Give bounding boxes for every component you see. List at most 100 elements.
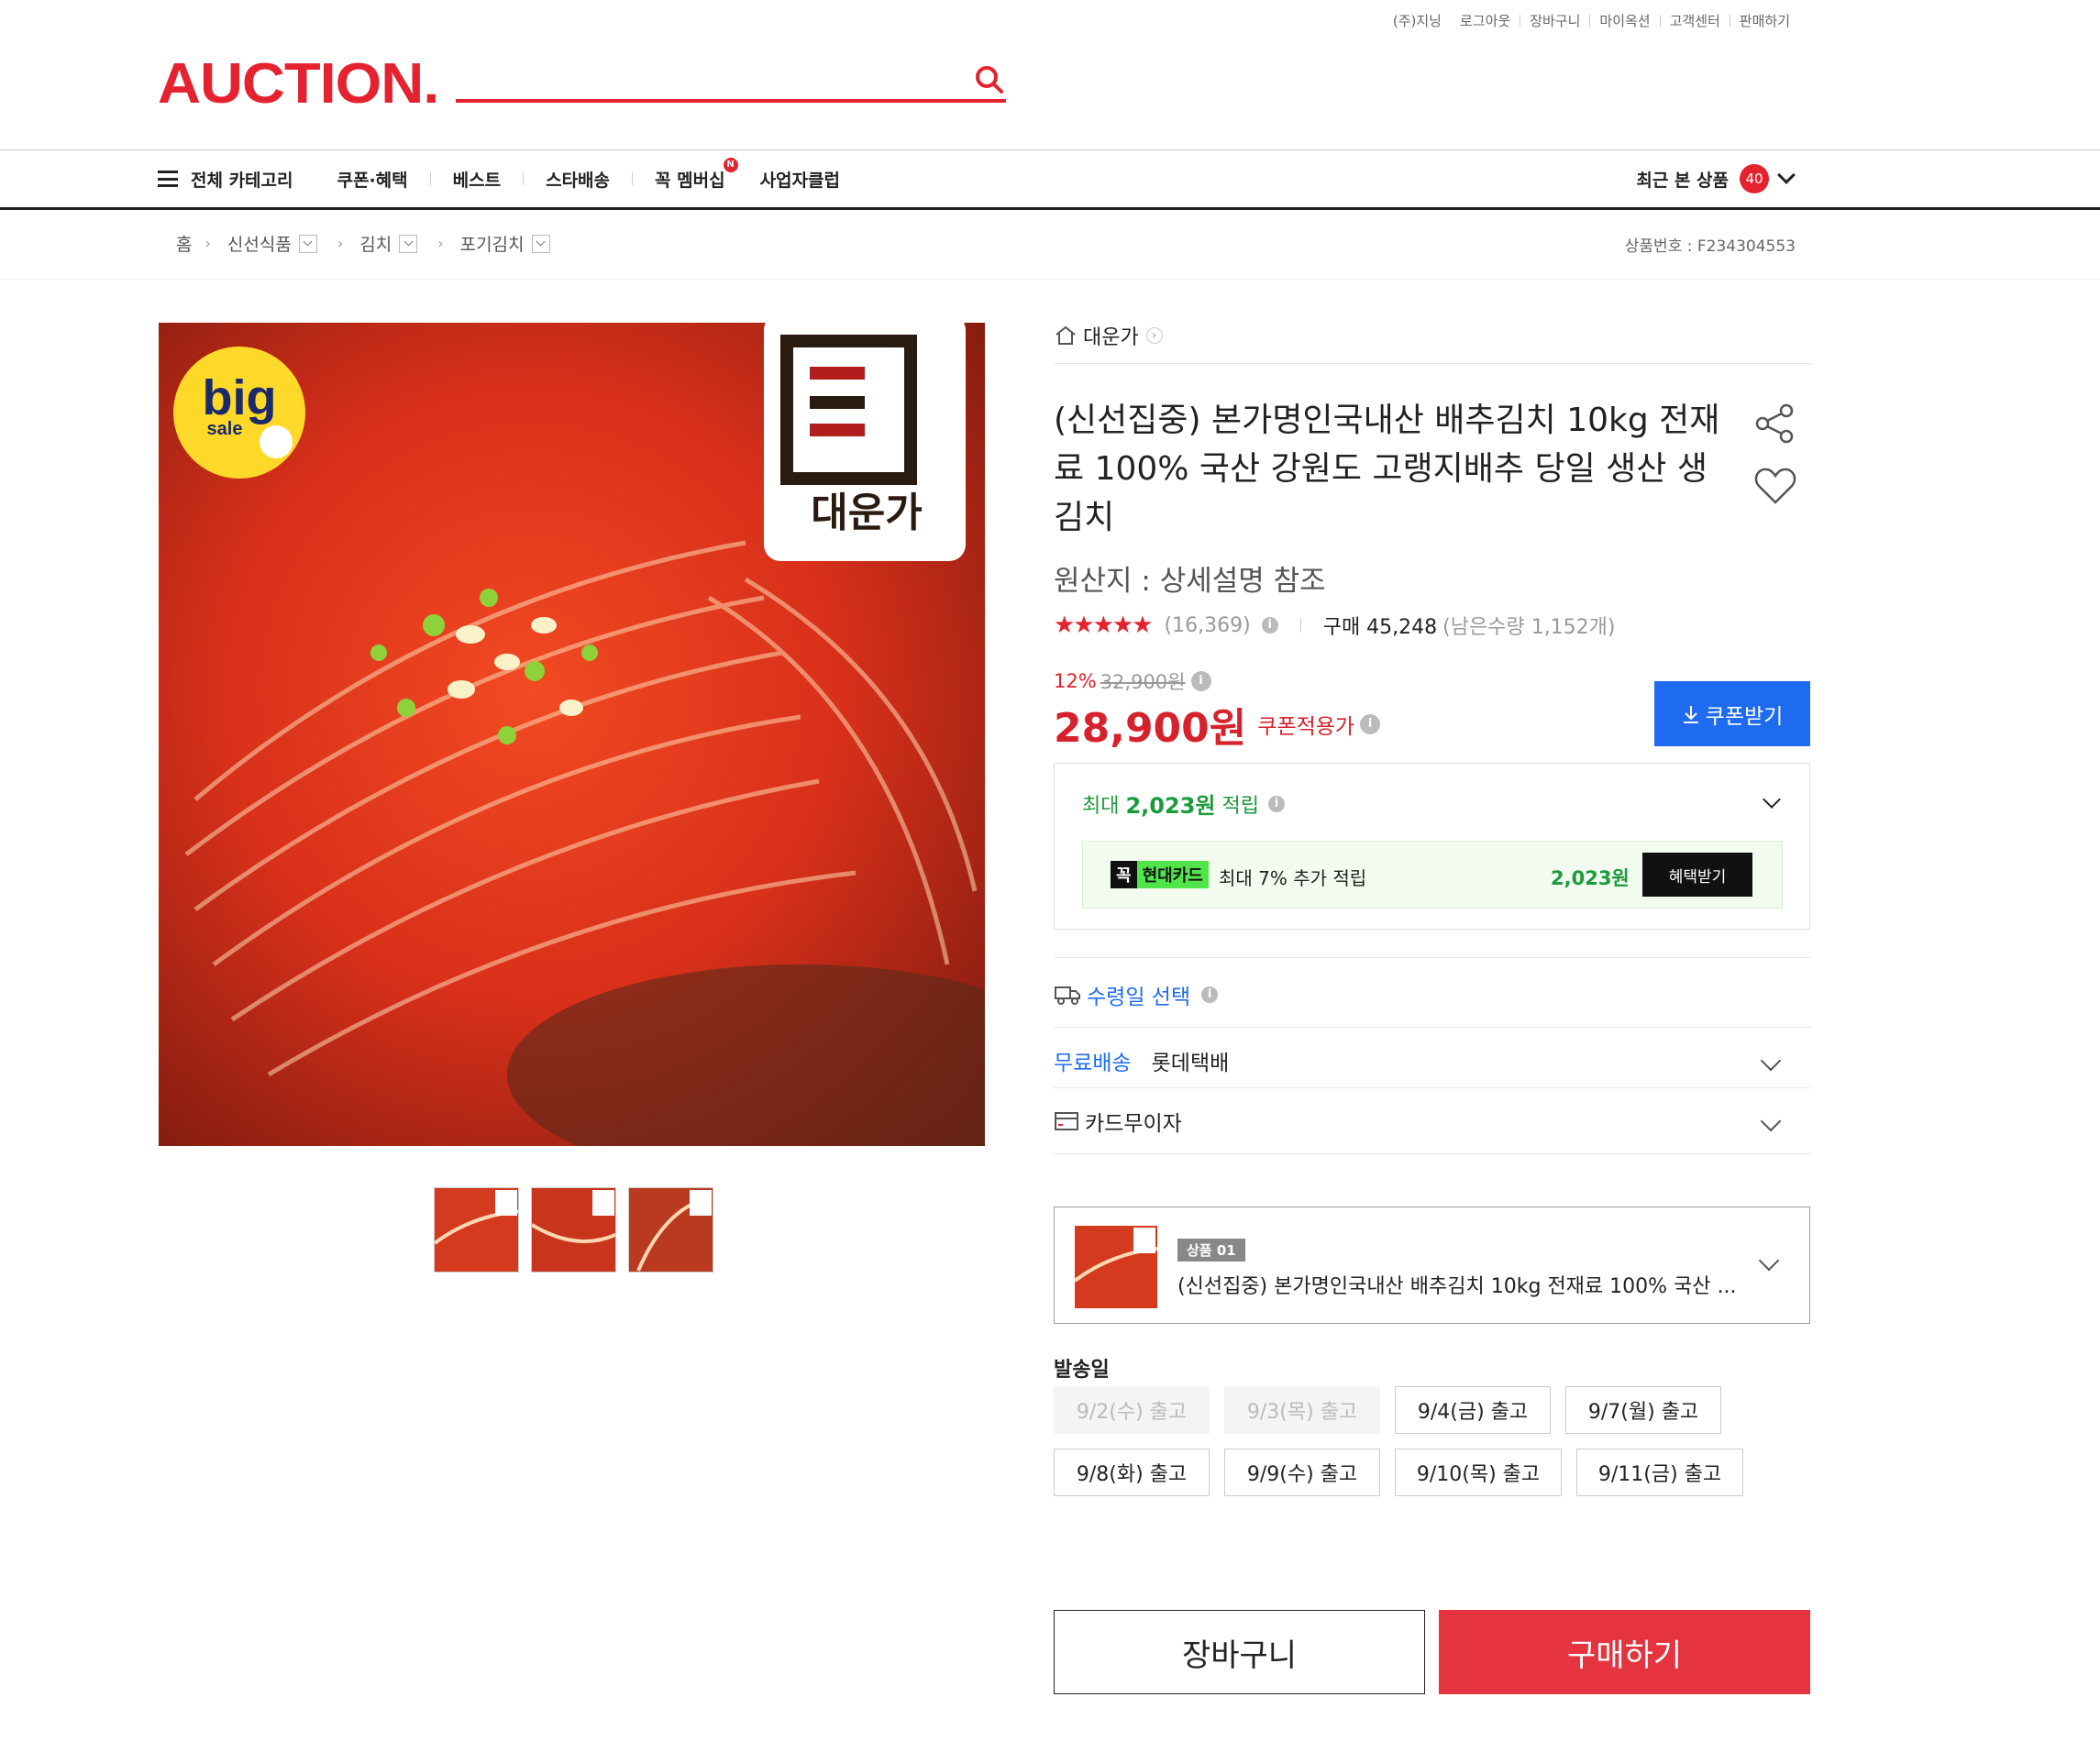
util-logout[interactable]: 로그아웃 xyxy=(1451,11,1520,30)
divider xyxy=(632,172,634,185)
divider xyxy=(0,207,2100,210)
chevron-down-icon[interactable] xyxy=(1758,1250,1780,1272)
divider xyxy=(1054,957,1811,958)
info-icon[interactable]: i xyxy=(1360,714,1381,734)
hyundai-card-logo: 꼭 현대카드 xyxy=(1111,861,1209,888)
card-k-badge: 꼭 xyxy=(1111,861,1137,888)
crumb-home[interactable]: 홈 xyxy=(176,231,192,256)
points-summary[interactable]: 최대 2,023원 적립 i xyxy=(1082,788,1285,820)
util-sell[interactable]: 판매하기 xyxy=(1730,11,1799,30)
main-nav: 전체 카테고리 쿠폰·혜택 베스트 스타배송 꼭 멤버십 N 사업자클럽 xyxy=(158,150,862,207)
crumb-kimchi[interactable]: 김치 xyxy=(359,231,392,256)
nav-best[interactable]: 베스트 xyxy=(453,167,501,192)
utility-links: (주)지닝 로그아웃 장바구니 마이옥션 고객센터 판매하기 xyxy=(1384,11,1799,30)
heart-icon[interactable] xyxy=(1753,466,1797,510)
search-icon[interactable] xyxy=(974,64,1005,95)
product-title: (신선집중) 본가명인국내산 배추김치 10kg 전재료 100% 국산 강원도… xyxy=(1054,402,1720,536)
option-text: (신선집중) 본가명인국내산 배추김치 10kg 전재료 100% 국산 ... xyxy=(1177,1275,1737,1298)
points-prefix: 최대 xyxy=(1082,794,1126,818)
card-installment-label: 카드무이자 xyxy=(1085,1112,1182,1136)
points-amount: 2,023원 xyxy=(1125,793,1216,819)
date-option[interactable]: 9/7(월) 출고 xyxy=(1565,1386,1721,1434)
get-benefit-button[interactable]: 혜택받기 xyxy=(1642,853,1752,897)
chevron-right-icon: › xyxy=(204,235,211,252)
review-count[interactable]: (16,369) xyxy=(1165,614,1251,637)
info-icon[interactable]: i xyxy=(1267,795,1285,812)
date-option[interactable]: 9/9(수) 출고 xyxy=(1224,1449,1380,1496)
card-benefit-text: 최대 7% 추가 적립 xyxy=(1219,867,1367,889)
nav-coupon[interactable]: 쿠폰·혜택 xyxy=(337,167,408,192)
util-cart[interactable]: 장바구니 xyxy=(1520,11,1589,30)
util-user[interactable]: (주)지닝 xyxy=(1384,11,1451,30)
truck-icon xyxy=(1055,986,1080,1005)
sale-price: 28,900원 xyxy=(1054,705,1247,752)
crumb-pogi-kimchi[interactable]: 포기김치 xyxy=(460,231,525,256)
nav-all-category[interactable]: 전체 카테고리 xyxy=(191,167,293,192)
credit-card-icon xyxy=(1055,1112,1078,1130)
download-icon xyxy=(1683,705,1698,723)
delivery-date-label: 수령일 선택 xyxy=(1087,986,1191,1009)
send-date-label: 발송일 xyxy=(1054,1359,1110,1382)
divider xyxy=(1054,1087,1811,1088)
recent-count-badge: 40 xyxy=(1740,164,1769,193)
date-option: 9/3(목) 출고 xyxy=(1224,1386,1380,1434)
info-icon[interactable]: i xyxy=(1201,986,1219,1003)
selected-option-box[interactable]: 상품 01 (신선집중) 본가명인국내산 배추김치 10kg 전재료 100% … xyxy=(1054,1207,1810,1324)
divider xyxy=(1299,618,1301,633)
carrier-name: 롯데택배 xyxy=(1151,1052,1230,1075)
chevron-down-icon xyxy=(1760,1050,1782,1072)
chevron-down-icon xyxy=(1777,166,1796,184)
store-link[interactable]: 대운가 › xyxy=(1054,321,1811,350)
purchase-count: 구매 45,248 xyxy=(1322,616,1438,639)
nav-business-club[interactable]: 사업자클럽 xyxy=(760,167,840,192)
dropdown-toggle[interactable] xyxy=(531,234,550,253)
coupon-download-button[interactable]: 쿠폰받기 xyxy=(1654,681,1810,746)
shipping-row[interactable]: 무료배송 롯데택배 xyxy=(1054,1045,1811,1076)
rating-stars: ★★★★★ xyxy=(1054,612,1154,639)
chevron-down-icon[interactable] xyxy=(1763,790,1781,809)
info-icon[interactable]: i xyxy=(1261,617,1278,634)
recent-products[interactable]: 최근 본 상품 40 xyxy=(1636,150,1796,207)
product-main-image[interactable]: big sale 대운가 xyxy=(159,323,985,1146)
card-installment-row[interactable]: 카드무이자 xyxy=(1054,1106,1811,1137)
card-benefit-row: 꼭 현대카드 최대 7% 추가 적립 2,023원 혜택받기 xyxy=(1082,841,1783,909)
dropdown-toggle[interactable] xyxy=(399,234,418,253)
share-icon[interactable] xyxy=(1753,402,1797,449)
thumbnail[interactable] xyxy=(531,1187,616,1273)
date-option[interactable]: 9/8(화) 출고 xyxy=(1054,1449,1210,1496)
thumbnail[interactable] xyxy=(628,1187,713,1273)
nav-membership[interactable]: 꼭 멤버십 N xyxy=(655,157,738,192)
thumbnail[interactable] xyxy=(434,1187,519,1273)
crumb-fresh-food[interactable]: 신선식품 xyxy=(227,231,292,256)
free-shipping-label: 무료배송 xyxy=(1054,1052,1132,1075)
divider xyxy=(1054,1153,1811,1154)
chevron-right-icon: › xyxy=(437,235,444,252)
divider xyxy=(1054,363,1811,364)
dropdown-toggle[interactable] xyxy=(298,234,317,253)
date-option[interactable]: 9/11(금) 출고 xyxy=(1576,1449,1743,1496)
coupon-price-label: 쿠폰적용가 xyxy=(1257,715,1355,739)
home-icon xyxy=(1056,325,1076,345)
remaining-quantity: (남은수량 1,152개) xyxy=(1442,616,1616,639)
origin-text: 원산지 : 상세설명 참조 xyxy=(1054,565,1326,598)
rating-row: ★★★★★ (16,369) i 구매 45,248 (남은수량 1,152개) xyxy=(1054,611,1811,640)
nav-star-delivery[interactable]: 스타배송 xyxy=(546,167,610,192)
info-icon[interactable]: i xyxy=(1190,671,1211,691)
search-input[interactable] xyxy=(456,99,1006,103)
buy-now-button[interactable]: 구매하기 xyxy=(1439,1610,1810,1694)
delivery-date-select[interactable]: 수령일 선택 i xyxy=(1054,979,1811,1010)
add-to-cart-button[interactable]: 장바구니 xyxy=(1054,1610,1425,1694)
brand-logo-text: 대운가 xyxy=(811,490,922,536)
menu-icon[interactable] xyxy=(158,171,178,187)
breadcrumb: 홈 › 신선식품 › 김치 › 포기김치 xyxy=(176,231,570,256)
util-customer-center[interactable]: 고객센터 xyxy=(1661,11,1730,30)
date-option[interactable]: 9/4(금) 출고 xyxy=(1395,1386,1551,1434)
card-benefit-amount: 2,023원 xyxy=(1551,867,1630,889)
big-badge-text: big xyxy=(203,370,277,425)
date-option[interactable]: 9/10(목) 출고 xyxy=(1395,1449,1562,1496)
auction-logo[interactable]: AUCTION. xyxy=(158,56,439,113)
points-box: 최대 2,023원 적립 i 꼭 현대카드 최대 7% 추가 적립 2,023원… xyxy=(1054,763,1810,930)
util-myauction[interactable]: 마이옥션 xyxy=(1590,11,1659,30)
recent-label: 최근 본 상품 xyxy=(1636,170,1729,191)
chevron-right-icon: › xyxy=(1145,327,1163,344)
